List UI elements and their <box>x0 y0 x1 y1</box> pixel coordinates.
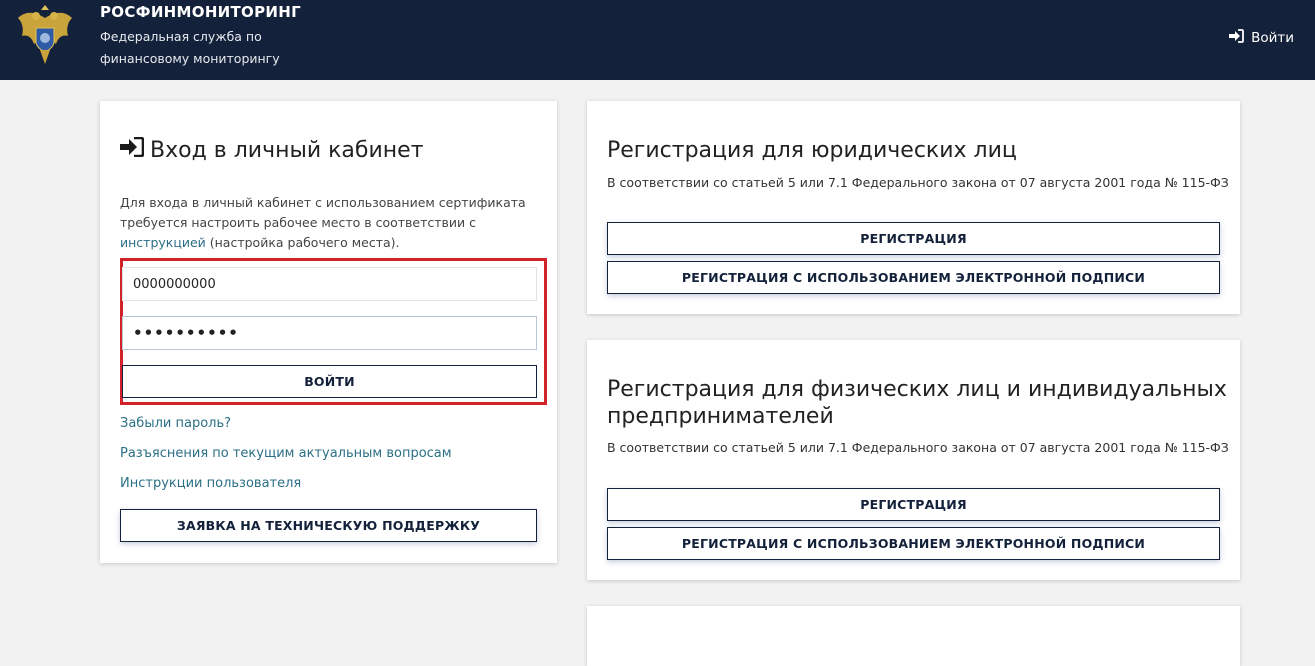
support-request-button[interactable]: ЗАЯВКА НА ТЕХНИЧЕСКУЮ ПОДДЕРЖКУ <box>120 509 537 542</box>
legal-register-signature-button[interactable]: РЕГИСТРАЦИЯ С ИСПОЛЬЗОВАНИЕМ ЭЛЕКТРОННОЙ… <box>607 261 1220 294</box>
sign-in-icon <box>120 136 145 163</box>
legal-law-text: В соответствии со статьей 5 или 7.1 Феде… <box>607 175 1229 190</box>
login-desc-text: Для входа в личный кабинет с использован… <box>120 195 526 230</box>
org-subtitle: Федеральная служба по финансовому монито… <box>100 26 320 70</box>
forgot-password-link[interactable]: Забыли пароль? <box>120 416 231 431</box>
individual-register-signature-button[interactable]: РЕГИСТРАЦИЯ С ИСПОЛЬЗОВАНИЕМ ЭЛЕКТРОННОЙ… <box>607 527 1220 560</box>
header-login-label: Войти <box>1251 30 1294 46</box>
login-card: Вход в личный кабинет Для входа в личный… <box>100 101 557 563</box>
password-input[interactable] <box>122 316 537 350</box>
org-title: РОСФИНМОНИТОРИНГ <box>100 3 301 21</box>
individual-registration-title: Регистрация для физических лиц и индивид… <box>607 376 1227 430</box>
login-description: Для входа в личный кабинет с использован… <box>120 193 540 253</box>
org-subtitle-line2: финансовому мониторингу <box>100 51 280 66</box>
user-instructions-link[interactable]: Инструкции пользователя <box>120 476 301 491</box>
login-title: Вход в личный кабинет <box>120 136 424 163</box>
org-subtitle-line1: Федеральная служба по <box>100 29 262 44</box>
login-input[interactable] <box>122 267 537 301</box>
individual-title-line1: Регистрация для физических лиц и индивид… <box>607 377 1227 402</box>
login-title-text: Вход в личный кабинет <box>150 137 424 163</box>
instruction-link[interactable]: инструкцией <box>120 235 206 250</box>
individual-title-line2: предпринимателей <box>607 404 834 429</box>
emblem-icon[interactable] <box>14 4 76 68</box>
top-header: РОСФИНМОНИТОРИНГ Федеральная служба по ф… <box>0 0 1315 80</box>
submit-login-button[interactable]: ВОЙТИ <box>122 365 537 398</box>
legal-register-button[interactable]: РЕГИСТРАЦИЯ <box>607 222 1220 255</box>
login-desc-text-end: (настройка рабочего места). <box>205 235 400 250</box>
individual-registration-card: Регистрация для физических лиц и индивид… <box>587 340 1240 580</box>
explanations-link[interactable]: Разъяснения по текущим актуальным вопрос… <box>120 446 452 461</box>
legal-registration-card: Регистрация для юридических лиц В соотве… <box>587 101 1240 314</box>
individual-register-button[interactable]: РЕГИСТРАЦИЯ <box>607 488 1220 521</box>
sign-in-icon <box>1229 29 1244 47</box>
individual-law-text: В соответствии со статьей 5 или 7.1 Феде… <box>607 440 1229 455</box>
legal-registration-title: Регистрация для юридических лиц <box>607 138 1017 163</box>
header-login-link[interactable]: Войти <box>1229 29 1294 47</box>
additional-card <box>587 606 1240 666</box>
